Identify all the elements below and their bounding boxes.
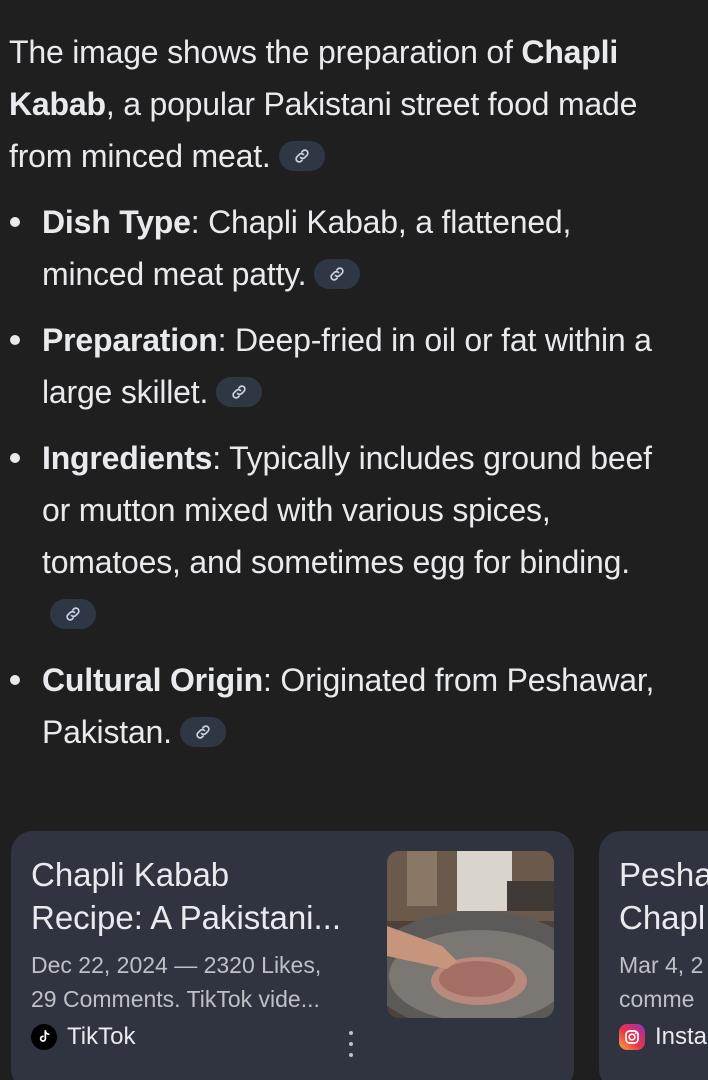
link-icon (196, 724, 210, 739)
citation-chip[interactable] (50, 598, 96, 629)
card-snippet-line: Dec 22, 2024 — 2320 Likes, (31, 952, 322, 978)
intro-lead: The image shows the preparation of (9, 34, 522, 70)
list-item: Cultural Origin: Originated from Peshawa… (9, 654, 669, 758)
tiktok-icon (31, 1024, 57, 1050)
list-item: Preparation: Deep-fried in oil or fat wi… (9, 314, 669, 418)
card-snippet: Dec 22, 2024 — 2320 Likes, 29 Comments. … (31, 948, 371, 1016)
card-title[interactable]: Chapli Kabab Recipe: A Pakistani... (31, 853, 371, 939)
item-term: Ingredients (42, 440, 213, 476)
source-card[interactable]: Chapli Kabab Recipe: A Pakistani... Dec … (11, 831, 574, 1080)
intro-paragraph: The image shows the preparation of Chapl… (9, 26, 669, 182)
card-snippet-line: 29 Comments. TikTok vide... (31, 986, 320, 1012)
bullet (10, 335, 20, 345)
citation-chip[interactable] (179, 716, 226, 747)
source-card[interactable]: Pesha Chapl Mar 4, 2 comme Insta (599, 831, 708, 1080)
citation-chip[interactable] (278, 140, 325, 171)
bullet (10, 217, 20, 227)
link-icon (66, 606, 80, 621)
source-name: TikTok (67, 1023, 136, 1050)
link-icon (294, 148, 309, 163)
card-title-line: Chapli Kabab (31, 856, 230, 893)
citation-chip[interactable] (314, 258, 361, 289)
card-source: TikTok (31, 1023, 135, 1051)
item-term: Dish Type (42, 204, 191, 240)
link-icon (330, 266, 345, 281)
card-title-line: Pesha (619, 856, 708, 893)
source-name: Insta (655, 1023, 708, 1050)
card-thumbnail[interactable] (387, 851, 554, 1018)
bullet (10, 675, 20, 685)
instagram-icon (619, 1024, 645, 1050)
list-item: Dish Type: Chapli Kabab, a flattened, mi… (9, 196, 669, 300)
card-snippet-line: comme (619, 986, 695, 1012)
item-term: Cultural Origin (42, 662, 264, 698)
more-vert-icon[interactable] (344, 1031, 358, 1057)
card-snippet-line: Mar 4, 2 (619, 952, 704, 978)
link-icon (232, 384, 246, 399)
card-snippet: Mar 4, 2 comme (619, 948, 708, 1016)
citation-chip[interactable] (216, 376, 263, 407)
card-title[interactable]: Pesha Chapl (619, 853, 708, 939)
bullet (10, 453, 20, 463)
item-term: Preparation (42, 322, 218, 358)
ai-answer: The image shows the preparation of Chapl… (9, 26, 669, 772)
card-source: Insta (619, 1023, 707, 1051)
card-title-line: Recipe: A Pakistani... (31, 899, 342, 936)
list-item: Ingredients: Typically includes ground b… (9, 432, 669, 640)
source-carousel[interactable]: Chapli Kabab Recipe: A Pakistani... Dec … (11, 831, 708, 1080)
thumbnail-image (387, 851, 554, 1018)
card-title-line: Chapl (619, 899, 706, 936)
facts-list: Dish Type: Chapli Kabab, a flattened, mi… (9, 196, 669, 758)
